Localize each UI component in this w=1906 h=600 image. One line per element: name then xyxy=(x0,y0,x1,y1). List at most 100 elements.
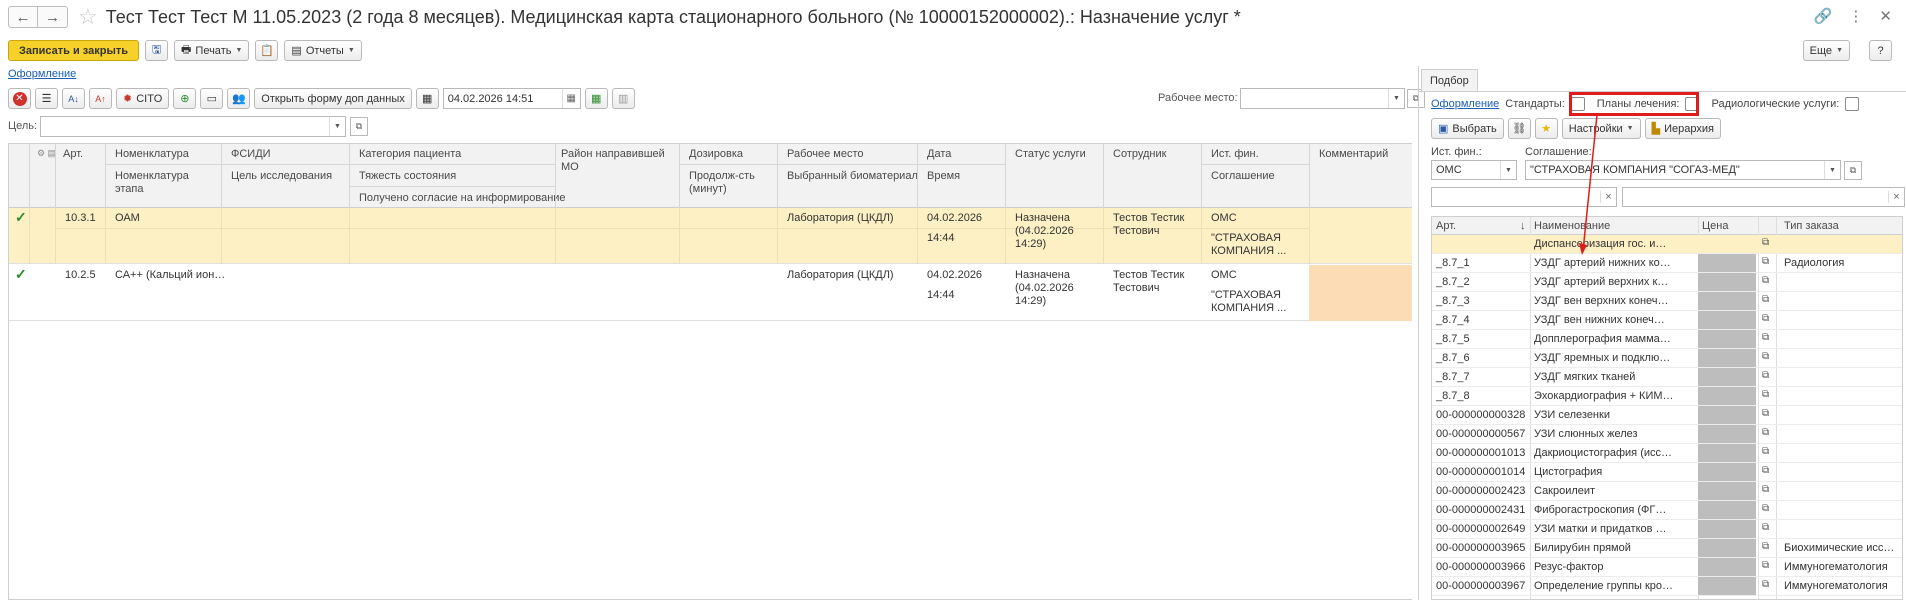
settings-button[interactable]: Настройки▼ xyxy=(1561,118,1641,139)
list-item[interactable]: _8.7_1 УЗДГ артерий нижних ко… ⧉ Радиология xyxy=(1432,254,1902,273)
add-doc-button[interactable]: ⊕ xyxy=(173,88,197,109)
header-time[interactable]: Время xyxy=(923,168,964,186)
clipboard-button[interactable]: 📋 xyxy=(255,40,279,61)
header-patient-cat[interactable]: Категория пациента xyxy=(355,146,465,164)
list-item[interactable]: _8.7_3 УЗДГ вен верхних конеч… ⧉ xyxy=(1432,292,1902,311)
list-item[interactable]: Диспансеризация гос. и… ⧉ xyxy=(1432,235,1902,254)
list-item[interactable]: _8.7_7 УЗДГ мягких тканей ⧉ xyxy=(1432,368,1902,387)
save-button[interactable]: 🖫 xyxy=(145,40,169,61)
open-icon[interactable]: ⧉ xyxy=(1762,351,1769,362)
forward-button[interactable]: → xyxy=(38,6,68,28)
reports-button[interactable]: ▤ Отчеты ▼ xyxy=(284,40,362,61)
agreement-select[interactable]: "СТРАХОВАЯ КОМПАНИЯ "СОГАЗ-МЕД" ▼ xyxy=(1525,160,1841,180)
header-workplace[interactable]: Рабочее место xyxy=(783,146,868,164)
header-consent[interactable]: Получено согласие на информирование xyxy=(355,190,570,208)
list-item[interactable]: 00-000000003967 Определение группы кро… ⧉ И… xyxy=(1432,577,1902,596)
chevron-down-icon[interactable]: ▼ xyxy=(1500,161,1516,179)
open-icon[interactable]: ⧉ xyxy=(1762,484,1769,495)
list-item[interactable]: 00-000000002649 УЗИ матки и придатков … ⧉ xyxy=(1432,520,1902,539)
link-icon[interactable]: 🔗 xyxy=(1814,7,1833,25)
save-close-button[interactable]: Записать и закрыть xyxy=(8,40,140,61)
chevron-down-icon[interactable]: ▼ xyxy=(329,117,345,136)
open-icon[interactable]: ⧉ xyxy=(1762,332,1769,343)
open-icon[interactable]: ⧉ xyxy=(1762,370,1769,381)
clear-icon[interactable]: × xyxy=(1888,191,1904,203)
table-row[interactable]: ✓ 10.2.5 СА++ (Кальций ион… Лаборатория … xyxy=(9,265,1412,321)
list-item[interactable]: _8.7_4 УЗДГ вен нижних конеч… ⧉ xyxy=(1432,311,1902,330)
back-button[interactable]: ← xyxy=(8,6,38,28)
help-button[interactable]: ? xyxy=(1869,40,1892,61)
open-icon[interactable]: ⧉ xyxy=(1762,560,1769,571)
date-input[interactable]: 04.02.2026 14:51 ▦ xyxy=(442,88,581,109)
open-icon[interactable]: ⧉ xyxy=(1762,446,1769,457)
list-item[interactable]: _8.7_2 УЗДГ артерий верхних к… ⧉ xyxy=(1432,273,1902,292)
list-item[interactable]: _8.7_6 УЗДГ яремных и подклю… ⧉ xyxy=(1432,349,1902,368)
header-severity[interactable]: Тяжесть состояния xyxy=(355,168,460,186)
workplace-select[interactable]: ▼ xyxy=(1240,88,1405,109)
header-fin[interactable]: Ист. фин. xyxy=(1207,146,1263,164)
header-agreement[interactable]: Соглашение xyxy=(1207,168,1279,186)
users-button[interactable]: 👥 xyxy=(227,88,251,109)
header-date[interactable]: Дата xyxy=(923,146,955,164)
open-form-button[interactable]: Открыть форму доп данных xyxy=(254,88,412,109)
open-icon[interactable]: ⧉ xyxy=(1762,408,1769,419)
close-icon[interactable]: ✕ xyxy=(1879,7,1892,25)
print-button[interactable]: 🖶 Печать ▼ xyxy=(174,40,250,61)
header-dosage[interactable]: Дозировка xyxy=(685,146,747,164)
open-icon[interactable]: ⧉ xyxy=(1762,256,1769,267)
list-item[interactable]: 00-000000001013 Дакриоцистография (исс… ⧉ xyxy=(1432,444,1902,463)
cito-button[interactable]: ✹ CITO xyxy=(116,88,170,109)
open-agreement-button[interactable]: ⧉ xyxy=(1844,161,1862,180)
header-price[interactable]: Цена xyxy=(1698,217,1758,235)
open-icon[interactable]: ⧉ xyxy=(1762,237,1769,248)
tab-podbor[interactable]: Подбор xyxy=(1421,69,1478,91)
header-nomenclature[interactable]: Номенклатура xyxy=(111,146,193,164)
header-name[interactable]: Наименование xyxy=(1530,217,1698,235)
kebab-menu-icon[interactable]: ⋮ xyxy=(1848,7,1863,25)
header-status[interactable]: Статус услуги xyxy=(1011,146,1090,164)
open-icon[interactable]: ⧉ xyxy=(1762,313,1769,324)
open-icon[interactable]: ⧉ xyxy=(1762,579,1769,590)
barcode-button[interactable]: ▥ xyxy=(611,88,635,109)
header-comment[interactable]: Комментарий xyxy=(1315,146,1412,164)
list-item[interactable]: 00-000000003966 Резус-фактор ⧉ Иммуногемато… xyxy=(1432,558,1902,577)
comment-cell[interactable] xyxy=(1309,265,1412,321)
search-name-input[interactable]: × xyxy=(1622,187,1905,207)
panel-oformlenie-link[interactable]: Оформление xyxy=(1431,98,1499,110)
chevron-down-icon[interactable]: ▼ xyxy=(1824,161,1840,179)
open-icon[interactable]: ⧉ xyxy=(1762,541,1769,552)
open-icon[interactable]: ⧉ xyxy=(1762,503,1769,514)
card-button[interactable]: ▭ xyxy=(200,88,224,109)
delete-button[interactable]: ✕ xyxy=(8,88,31,109)
header-employee[interactable]: Сотрудник xyxy=(1109,146,1170,164)
calendar-icon[interactable]: ▦ xyxy=(561,89,580,108)
more-button[interactable]: Еще ▼ xyxy=(1802,40,1850,61)
chevron-down-icon[interactable]: ▼ xyxy=(1388,89,1404,108)
open-goal-button[interactable]: ⧉ xyxy=(350,117,368,136)
list-item[interactable]: _8.7_8 Эхокардиография + КИМ… ⧉ xyxy=(1432,387,1902,406)
list-item[interactable]: 00-000000000328 УЗИ селезенки ⧉ xyxy=(1432,406,1902,425)
fin-select[interactable]: ОМС ▼ xyxy=(1431,160,1517,180)
header-goal[interactable]: Цель исследования xyxy=(227,168,336,186)
list-item[interactable]: 00-000000002431 Фиброгастроскопия (ФГ… ⧉ xyxy=(1432,501,1902,520)
list-item[interactable]: 00-000000002423 Сакроилеит ⧉ xyxy=(1432,482,1902,501)
open-icon[interactable]: ⧉ xyxy=(1762,522,1769,533)
calendar-grid-button[interactable]: ▦ xyxy=(415,88,439,109)
select-button[interactable]: ▣ Выбрать xyxy=(1431,118,1504,139)
list-item[interactable]: 00-000000000567 УЗИ слюнных желез ⧉ xyxy=(1432,425,1902,444)
clear-icon[interactable]: × xyxy=(1600,191,1616,203)
header-art[interactable]: Арт. xyxy=(59,146,87,164)
list-item[interactable]: _8.7_5 Допплерография маммa… ⧉ xyxy=(1432,330,1902,349)
favorites-button[interactable]: ★ xyxy=(1534,118,1558,139)
open-icon[interactable]: ⧉ xyxy=(1762,427,1769,438)
table-row[interactable]: ✓ 10.3.1 ОАМ Лаборатория (ЦКДЛ) 04.02.20… xyxy=(9,208,1412,264)
header-order-type[interactable]: Тип заказа xyxy=(1776,217,1902,235)
open-icon[interactable]: ⧉ xyxy=(1762,389,1769,400)
radiology-checkbox[interactable] xyxy=(1845,97,1860,111)
sort-desc-button[interactable]: A↑ xyxy=(89,88,112,109)
hierarchy-button[interactable]: ▙ Иерархия xyxy=(1644,118,1721,139)
link-add-button[interactable]: ⛓ xyxy=(1507,118,1531,139)
open-icon[interactable]: ⧉ xyxy=(1762,465,1769,476)
open-icon[interactable]: ⧉ xyxy=(1762,294,1769,305)
header-biomaterial[interactable]: Выбранный биоматериал xyxy=(783,168,922,186)
